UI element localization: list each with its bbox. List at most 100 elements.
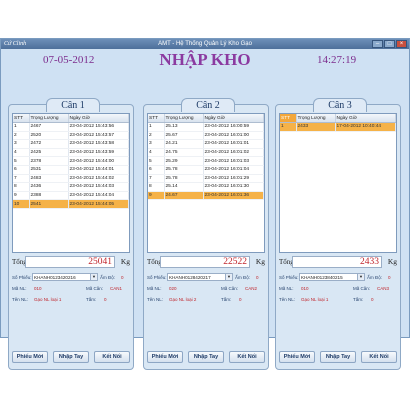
- tam-value: 0: [104, 297, 107, 302]
- cell-weight: 2425: [29, 148, 69, 158]
- new-ticket-button[interactable]: Phiếu Mới: [12, 351, 48, 363]
- so-phieu-select[interactable]: KHANH0123840215 ▼: [299, 273, 365, 281]
- table-row[interactable]: 3 24.21 23-04-2012 16:01:01: [148, 139, 264, 149]
- maximize-icon[interactable]: □: [384, 40, 395, 48]
- total-value: 25041: [25, 256, 115, 268]
- table-row[interactable]: 10 2541 23-04-2012 15:44:05: [13, 199, 129, 209]
- header-weight[interactable]: Trọng Lượng: [164, 114, 204, 123]
- cell-stt: 9: [148, 191, 165, 201]
- table-row[interactable]: 4 24.75 23-04-2012 16:01:02: [148, 148, 264, 158]
- header-datetime[interactable]: Ngày Giờ: [68, 114, 129, 123]
- weighing-grid[interactable]: STT Trọng Lượng Ngày Giờ 1 2433 17-04-20…: [279, 113, 397, 253]
- total-row: Tổng: 25041 Kg: [12, 255, 130, 269]
- table-row[interactable]: 8 2436 23-04-2012 15:44:03: [13, 182, 129, 192]
- connect-button[interactable]: Kết Nối: [94, 351, 130, 363]
- ma-can-label: Mã Cân:: [353, 286, 371, 291]
- table-row[interactable]: 2 25.67 23-04-2012 16:01:00: [148, 131, 264, 141]
- action-buttons: Phiếu Mới Nhập Tay Kết Nối: [279, 351, 397, 364]
- cell-weight: 24.67: [164, 191, 204, 201]
- cell-weight: 2541: [29, 199, 69, 209]
- minimize-icon[interactable]: –: [372, 40, 383, 48]
- so-phieu-label: Số Phiếu:: [12, 275, 32, 280]
- weighing-grid[interactable]: STT Trọng Lượng Ngày Giờ 1 25.13 23-04-2…: [147, 113, 265, 253]
- table-row[interactable]: 7 25.78 23-04-2012 16:01:29: [148, 174, 264, 184]
- cell-weight: 2472: [29, 139, 69, 149]
- header-stt[interactable]: STT: [13, 114, 30, 123]
- cell-stt: 5: [148, 156, 165, 166]
- chevron-down-icon[interactable]: ▼: [357, 274, 364, 280]
- table-row[interactable]: 1 2433 17-04-2012 10:40:44: [280, 122, 396, 132]
- table-row[interactable]: 6 2531 23-04-2012 15:44:01: [13, 165, 129, 175]
- header-datetime[interactable]: Ngày Giờ: [335, 114, 396, 123]
- table-row[interactable]: 9 2388 23-04-2012 15:44:04: [13, 191, 129, 201]
- header-weight[interactable]: Trọng Lượng: [29, 114, 69, 123]
- close-icon[interactable]: ×: [396, 40, 407, 48]
- cell-stt: 1: [13, 122, 30, 132]
- new-ticket-button[interactable]: Phiếu Mới: [147, 351, 183, 363]
- table-row[interactable]: 3 2472 23-04-2012 15:43:58: [13, 139, 129, 149]
- ten-nl-label: Tên NL:: [279, 297, 296, 302]
- weighing-grid[interactable]: STT Trọng Lượng Ngày Giờ 1 2467 23-04-20…: [12, 113, 130, 253]
- so-phieu-select[interactable]: KHANH0123420216 ▼: [32, 273, 98, 281]
- ma-can-value: CAN1: [110, 286, 123, 291]
- cell-datetime: 23-04-2012 15:43:59: [68, 148, 129, 158]
- cell-weight: 24.75: [164, 148, 204, 158]
- ma-can-value: CAN2: [245, 286, 258, 291]
- cell-datetime: 23-04-2012 15:44:00: [68, 156, 129, 166]
- cell-stt: 9: [13, 191, 30, 201]
- ma-nl-label: Mã NL:: [147, 286, 162, 291]
- header-weight[interactable]: Trọng Lượng: [296, 114, 336, 123]
- am-do-label: Ẩm Độ:: [367, 275, 383, 280]
- connect-button[interactable]: Kết Nối: [361, 351, 397, 363]
- cell-datetime: 17-04-2012 10:40:44: [335, 122, 396, 132]
- table-row[interactable]: 2 2520 23-04-2012 15:43:57: [13, 131, 129, 141]
- cell-stt: 3: [13, 139, 30, 149]
- table-row[interactable]: 9 24.67 23-04-2012 16:01:36: [148, 191, 264, 201]
- ma-can-value: CAN3: [377, 286, 390, 291]
- new-ticket-button[interactable]: Phiếu Mới: [279, 351, 315, 363]
- table-header: STT Trọng Lượng Ngày Giờ: [148, 114, 264, 123]
- table-row[interactable]: 7 2483 23-04-2012 15:44:02: [13, 174, 129, 184]
- so-phieu-label: Số Phiếu:: [147, 275, 167, 280]
- cell-datetime: 23-04-2012 16:01:03: [203, 156, 264, 166]
- manual-entry-button[interactable]: Nhập Tay: [188, 351, 224, 363]
- table-row[interactable]: 5 25.29 23-04-2012 16:01:03: [148, 156, 264, 166]
- header-stt[interactable]: STT: [148, 114, 165, 123]
- manual-entry-button[interactable]: Nhập Tay: [320, 351, 356, 363]
- cell-datetime: 23-04-2012 16:01:30: [203, 182, 264, 192]
- header-datetime[interactable]: Ngày Giờ: [203, 114, 264, 123]
- table-row[interactable]: 5 2378 23-04-2012 15:44:00: [13, 156, 129, 166]
- manual-entry-button[interactable]: Nhập Tay: [53, 351, 89, 363]
- ma-nl-value: 010: [301, 286, 309, 291]
- main-window: Cứ Clinh AMT - Hệ Thống Quản Lý Kho Gạo …: [0, 38, 410, 370]
- cell-datetime: 23-04-2012 16:01:36: [203, 191, 264, 201]
- chevron-down-icon[interactable]: ▼: [225, 274, 232, 280]
- ma-nl-value: 020: [169, 286, 177, 291]
- so-phieu-select[interactable]: KHANH0128420217 ▼: [167, 273, 233, 281]
- table-row[interactable]: 6 25.78 23-04-2012 16:01:04: [148, 165, 264, 175]
- window-title: AMT - Hệ Thống Quản Lý Kho Gạo: [158, 41, 252, 47]
- table-row[interactable]: 4 2425 23-04-2012 15:43:59: [13, 148, 129, 158]
- table-row[interactable]: 1 25.13 23-04-2012 16:00:59: [148, 122, 264, 132]
- cell-datetime: 23-04-2012 15:43:56: [68, 122, 129, 132]
- am-do-value: 0: [388, 275, 391, 280]
- cell-stt: 4: [13, 148, 30, 158]
- table-row[interactable]: 8 25.14 23-04-2012 16:01:30: [148, 182, 264, 192]
- title-bar: Cứ Clinh AMT - Hệ Thống Quản Lý Kho Gạo …: [1, 39, 409, 49]
- cell-weight: 25.78: [164, 174, 204, 184]
- chevron-down-icon[interactable]: ▼: [90, 274, 97, 280]
- cell-weight: 2436: [29, 182, 69, 192]
- so-phieu-label: Số Phiếu:: [279, 275, 299, 280]
- cell-weight: 2520: [29, 131, 69, 141]
- cell-stt: 4: [148, 148, 165, 158]
- connect-button[interactable]: Kết Nối: [229, 351, 265, 363]
- cell-stt: 1: [280, 122, 297, 132]
- total-value: 2433: [292, 256, 382, 268]
- cell-datetime: 23-04-2012 15:44:05: [68, 199, 129, 209]
- total-value: 22522: [160, 256, 250, 268]
- header-stt[interactable]: STT: [280, 114, 297, 123]
- cell-stt: 3: [148, 139, 165, 149]
- cell-stt: 8: [13, 182, 30, 192]
- table-row[interactable]: 1 2467 23-04-2012 15:43:56: [13, 122, 129, 132]
- current-time: 14:27:19: [317, 54, 357, 66]
